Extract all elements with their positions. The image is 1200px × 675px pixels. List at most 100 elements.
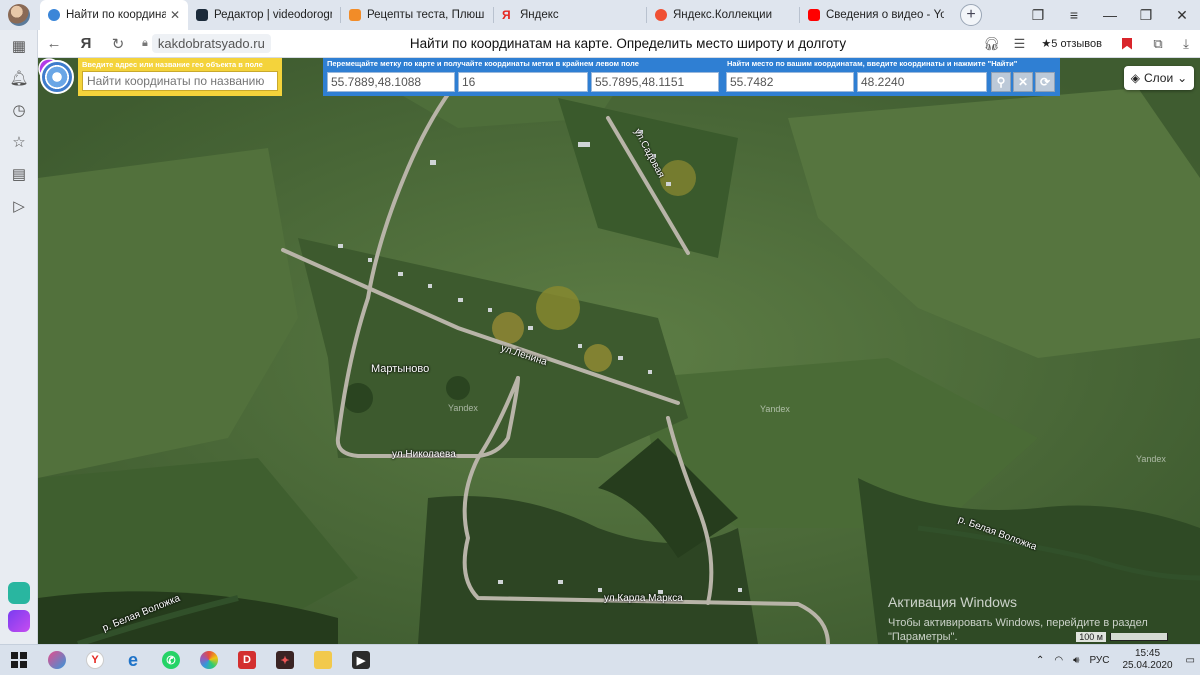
tab-manager-icon[interactable]: ❐ [1020, 7, 1056, 24]
yandex-favicon-icon: Я [502, 8, 511, 22]
address-bar: ← Я ↻ 🔒︎ kakdobratsyado.ru Найти по коор… [38, 30, 1200, 58]
edge-taskbar-icon[interactable]: e [114, 645, 152, 675]
search-hint: Введите адрес или название гео объекта в… [82, 60, 263, 69]
whatsapp-taskbar-icon[interactable]: ✆ [152, 645, 190, 675]
menu-icon[interactable]: ≡ [1056, 7, 1092, 23]
profile-avatar[interactable] [8, 4, 30, 26]
yandex-browser-taskbar-icon[interactable]: Y [76, 645, 114, 675]
clock-date: 25.04.2020 [1122, 660, 1173, 671]
street-label-nikolaeva: ул.Николаева [392, 449, 456, 460]
bookmark-icon[interactable] [1122, 37, 1132, 50]
clear-button[interactable]: ✕ [1013, 72, 1033, 92]
notes-icon[interactable]: ▤ [0, 158, 38, 190]
dark-app-taskbar-icon[interactable]: ✦ [266, 645, 304, 675]
latitude-field[interactable] [726, 72, 854, 92]
reader-mode-icon[interactable]: ☰ [1005, 36, 1033, 52]
minimize-icon[interactable]: — [1092, 7, 1128, 23]
find-hint: Найти место по вашим координатам, введит… [727, 59, 1018, 68]
play-icon[interactable]: ▷ [0, 190, 38, 222]
windows-taskbar: Y e ✆ D ✦ ▶ ⌃ ◠ 🔊︎ РУС 15:45 25.04.2020 … [0, 644, 1200, 675]
tab-label: Яндекс.Коллекции [673, 9, 772, 21]
file-explorer-taskbar-icon[interactable] [304, 645, 342, 675]
reload-icon[interactable]: ↻ [102, 35, 134, 53]
marker-coords-field[interactable] [327, 72, 455, 92]
back-arrow-icon[interactable]: ← [38, 35, 70, 52]
tab-label: Сведения о видео - YouTu [826, 9, 944, 21]
yandex-watermark: Yandex [448, 403, 478, 413]
close-window-icon[interactable]: ✕ [1164, 7, 1200, 24]
zoom-field[interactable] [458, 72, 588, 92]
headphones-icon[interactable]: 🎧︎ [977, 36, 1005, 52]
street-label-karla-marksa: ул.Карла Маркса [604, 593, 683, 604]
village-label: Мартыново [371, 363, 430, 375]
taskbar-app-icon[interactable] [38, 645, 76, 675]
tab-label: Найти по координатам [66, 9, 166, 21]
start-windows-icon[interactable] [0, 645, 38, 675]
tab-yandex-collections[interactable]: Яндекс.Коллекции [647, 0, 799, 30]
coordinates-panel: Перемещайте метку по карте и получайте к… [323, 58, 1060, 96]
layers-button[interactable]: ◈ Слои ⌄ [1124, 66, 1194, 90]
language-indicator[interactable]: РУС [1084, 655, 1114, 666]
longitude-field[interactable] [857, 72, 987, 92]
video-editor-taskbar-icon[interactable]: ▶ [342, 645, 380, 675]
notifications-icon[interactable]: ▭ [1181, 655, 1200, 666]
network-icon[interactable]: ◠ [1049, 655, 1068, 666]
restore-icon[interactable]: ❐ [1128, 7, 1164, 24]
yandex-watermark: Yandex [1136, 454, 1166, 464]
activation-title: Активация Windows [888, 594, 1018, 610]
d-app-taskbar-icon[interactable]: D [228, 645, 266, 675]
tab-youtube[interactable]: Сведения о видео - YouTu [800, 0, 952, 30]
tab-label: Редактор | videodorogros [214, 9, 332, 21]
editor-favicon-icon [196, 9, 208, 21]
tab-label: Рецепты теста, Плюшка и [367, 9, 485, 21]
search-panel: Введите адрес или название гео объекта в… [78, 58, 282, 96]
tab-yandex[interactable]: Я Яндекс [494, 0, 646, 30]
search-by-name-input[interactable] [82, 71, 278, 91]
layers-label: Слои [1143, 71, 1174, 85]
browser-sidebar: ▦ 🔔︎ ◷ ☆ ▤ ▷ [0, 30, 38, 644]
bell-icon[interactable]: 🔔︎ [0, 62, 38, 94]
extensions-icon[interactable]: ⧉ [1144, 36, 1172, 52]
scale-label: 100 м [1076, 632, 1106, 642]
history-clock-icon[interactable]: ◷ [0, 94, 38, 126]
alice-app-icon[interactable] [8, 610, 30, 632]
satellite-imagery [38, 58, 1200, 644]
site-logo-icon[interactable] [40, 60, 74, 94]
volume-icon[interactable]: 🔊︎ [1068, 655, 1084, 666]
yandex-logo-icon[interactable]: Я [70, 35, 102, 52]
center-coords-field[interactable] [591, 72, 719, 92]
satellite-map[interactable]: ул.Ленина ул.Николаева ул.Карла Маркса у… [38, 58, 1200, 644]
collections-favicon-icon [655, 9, 667, 21]
tab-recipes[interactable]: Рецепты теста, Плюшка и [341, 0, 493, 30]
refresh-button[interactable]: ⟳ [1035, 72, 1055, 92]
yandex-watermark: Yandex [760, 404, 790, 414]
new-tab-button[interactable]: + [960, 4, 982, 26]
site-favicon-icon [48, 9, 60, 21]
clock-time: 15:45 [1135, 648, 1161, 659]
pinwheel-taskbar-icon[interactable] [190, 645, 228, 675]
map-scale: 100 м [1076, 632, 1168, 642]
download-icon[interactable]: ⤓ [1172, 36, 1200, 52]
lock-icon: 🔒︎ [142, 37, 148, 49]
layers-icon: ◈ [1130, 71, 1140, 85]
send-app-icon[interactable] [8, 582, 30, 604]
tab-find-coordinates[interactable]: Найти по координатам ✕ [40, 0, 188, 30]
reviews-badge[interactable]: ★5 отзывов [1033, 37, 1110, 50]
tab-strip: Найти по координатам ✕ Редактор | videod… [0, 0, 1200, 30]
marker-hint: Перемещайте метку по карте и получайте к… [327, 59, 639, 68]
tab-editor[interactable]: Редактор | videodorogros [188, 0, 340, 30]
tab-label: Яндекс [520, 9, 559, 21]
recipes-favicon-icon [349, 9, 361, 21]
youtube-favicon-icon [808, 9, 820, 21]
page-title: Найти по координатам на карте. Определит… [409, 36, 847, 51]
activation-text-1: Чтобы активировать Windows, перейдите в … [888, 617, 1148, 629]
clock[interactable]: 15:45 25.04.2020 [1114, 648, 1180, 672]
scale-bar [1110, 633, 1168, 641]
close-tab-icon[interactable]: ✕ [170, 8, 180, 22]
chevron-down-icon: ⌄ [1177, 71, 1188, 85]
grid-apps-icon[interactable]: ▦ [0, 30, 38, 62]
url-domain[interactable]: kakdobratsyado.ru [151, 34, 271, 53]
search-button[interactable]: ⚲ [991, 72, 1011, 92]
tray-expand-icon[interactable]: ⌃ [1031, 655, 1049, 666]
star-bookmarks-icon[interactable]: ☆ [0, 126, 38, 158]
